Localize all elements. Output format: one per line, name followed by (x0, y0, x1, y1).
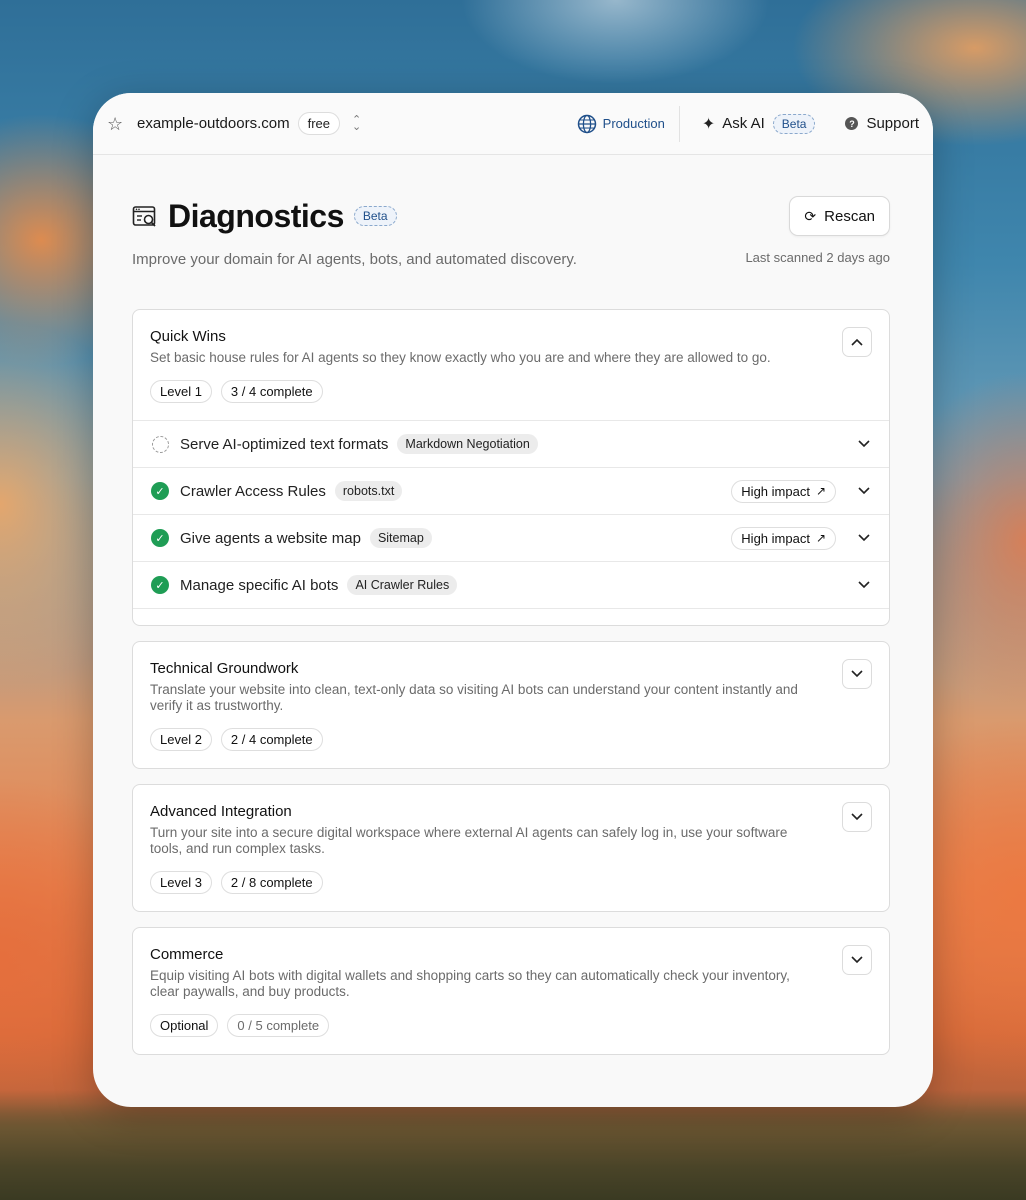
section-progress-tag: 3 / 4 complete (220, 380, 323, 403)
section-title: Quick Wins (150, 328, 226, 345)
chevron-down-icon (851, 670, 863, 678)
section-title: Technical Groundwork (150, 660, 299, 677)
check-item-tag: Sitemap (369, 528, 432, 548)
section-progress-tag: 2 / 8 complete (220, 871, 323, 894)
sparkle-icon: ✦ (701, 115, 716, 133)
section-card-technical-groundwork: Technical Groundwork Translate your webs… (132, 641, 890, 769)
page-title: Diagnostics (168, 197, 344, 234)
chevron-down-icon[interactable] (856, 440, 872, 448)
impact-badge: High impact ↗ (731, 479, 836, 503)
expand-button[interactable] (842, 659, 872, 689)
expand-button[interactable] (842, 945, 872, 975)
chevron-down-icon[interactable] (856, 534, 872, 542)
section-description: Turn your site into a secure digital wor… (150, 825, 788, 856)
plan-badge: free (297, 112, 340, 135)
section-progress-tag: 0 / 5 complete (227, 1014, 330, 1037)
trending-up-icon: ↗ (815, 484, 826, 498)
section-description: Set basic house rules for AI agents so t… (150, 350, 771, 365)
domain-switcher-icon[interactable]: ⌃ ⌄ (352, 114, 361, 132)
impact-badge: High impact ↗ (731, 526, 836, 550)
support-label: Support (866, 115, 919, 132)
section-card-quick-wins: Quick Wins Set basic house rules for AI … (132, 309, 890, 626)
chevron-down-icon[interactable] (856, 487, 872, 495)
section-card-commerce: Commerce Equip visiting AI bots with dig… (132, 927, 890, 1055)
check-item-label: Manage specific AI bots (180, 576, 339, 594)
section-progress-tag: 2 / 4 complete (220, 728, 323, 751)
collapse-button[interactable] (842, 327, 872, 357)
impact-label: High impact (741, 483, 810, 499)
check-circle-icon: ✓ (151, 576, 169, 594)
check-item-tag: Markdown Negotiation (397, 434, 538, 454)
environment-label: Production (602, 116, 665, 131)
environment-selector[interactable]: Production (577, 114, 665, 134)
impact-label: High impact (741, 530, 810, 546)
page-beta-badge: Beta (353, 206, 397, 226)
support-button[interactable]: ? Support (845, 115, 919, 132)
check-item[interactable]: ✓ Manage specific AI bots AI Crawler Rul… (133, 561, 889, 608)
check-item[interactable]: Serve AI-optimized text formats Markdown… (133, 420, 889, 467)
section-title: Commerce (150, 946, 224, 963)
section-level-tag: Optional (150, 1014, 219, 1037)
rescan-button[interactable]: ⟳ Rescan (789, 196, 890, 236)
rescan-label: Rescan (824, 207, 875, 225)
card-footer-spacer (133, 608, 889, 625)
domain-name[interactable]: example-outdoors.com (137, 115, 290, 132)
section-description: Equip visiting AI bots with digital wall… (150, 968, 790, 999)
app-window: ☆ example-outdoors.com free ⌃ ⌄ Productio… (93, 93, 933, 1107)
globe-icon (577, 114, 596, 133)
check-item-label: Crawler Access Rules (180, 482, 326, 500)
ask-ai-button[interactable]: ✦ Ask AI Beta (701, 113, 816, 134)
section-level-tag: Level 1 (150, 380, 212, 403)
pending-status-icon (151, 435, 169, 453)
check-item-tag: AI Crawler Rules (347, 575, 458, 595)
page-header: Diagnostics Beta Improve your domain for… (132, 196, 890, 268)
check-item[interactable]: ✓ Crawler Access Rules robots.txt High i… (133, 467, 889, 514)
ask-ai-beta-badge: Beta (772, 113, 816, 134)
top-bar: ☆ example-outdoors.com free ⌃ ⌄ Productio… (93, 93, 933, 155)
refresh-icon: ⟳ (804, 207, 817, 224)
last-scanned-text: Last scanned 2 days ago (745, 250, 890, 265)
check-circle-icon: ✓ (151, 529, 169, 547)
section-level-tag: Level 2 (150, 728, 212, 751)
section-description: Translate your website into clean, text-… (150, 682, 798, 713)
chevron-down-icon[interactable] (856, 581, 872, 589)
main-content: Diagnostics Beta Improve your domain for… (93, 196, 933, 1055)
section-card-advanced-integration: Advanced Integration Turn your site into… (132, 784, 890, 912)
help-icon: ? (845, 117, 859, 130)
check-item-label: Serve AI-optimized text formats (180, 435, 389, 453)
chevron-down-icon (851, 956, 863, 964)
check-item-tag: robots.txt (334, 481, 403, 501)
section-title: Advanced Integration (150, 803, 292, 820)
check-item[interactable]: ✓ Give agents a website map Sitemap High… (133, 514, 889, 561)
check-item-label: Give agents a website map (180, 529, 361, 547)
expand-button[interactable] (842, 802, 872, 832)
ask-ai-label: Ask AI (722, 115, 765, 132)
chevron-up-icon (851, 338, 863, 346)
chevron-down-icon (851, 813, 863, 821)
star-icon[interactable]: ☆ (107, 115, 125, 133)
topbar-divider (678, 105, 680, 142)
trending-up-icon: ↗ (815, 531, 826, 545)
page-subtitle: Improve your domain for AI agents, bots,… (132, 251, 577, 268)
diagnostics-icon (132, 206, 156, 227)
section-level-tag: Level 3 (150, 871, 212, 894)
check-circle-icon: ✓ (151, 482, 169, 500)
